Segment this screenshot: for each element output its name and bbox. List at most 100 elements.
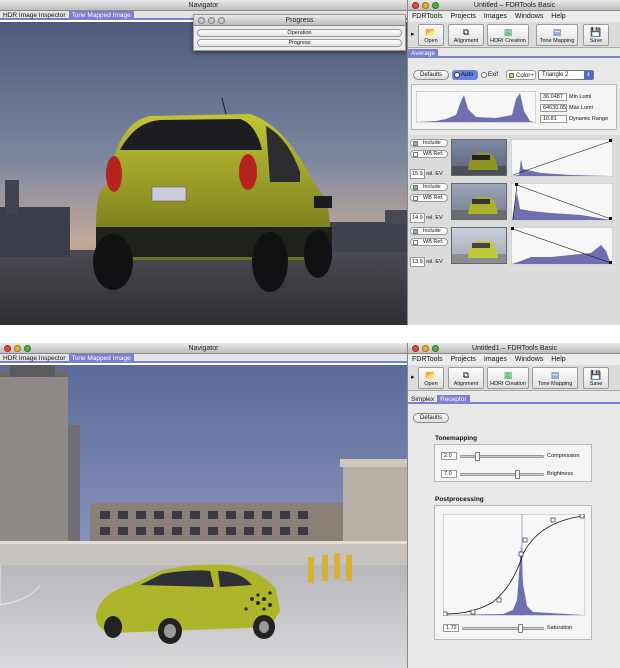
wb-ref-checkbox[interactable]: WB Ref. — [410, 150, 448, 158]
include-checkbox[interactable]: Include — [410, 183, 448, 191]
menu-fdrtools[interactable]: FDRTools — [412, 11, 443, 22]
tonemapping-heading: Tonemapping — [435, 435, 478, 442]
open-button[interactable]: 📂 Open — [418, 367, 444, 389]
tonemapping-box: 2.0 Compression 7.0 Brightness — [434, 444, 592, 482]
include-checkbox[interactable]: Include — [410, 139, 448, 147]
menu-images[interactable]: Images — [484, 354, 507, 365]
defaults-button[interactable]: Defaults — [413, 70, 449, 80]
hdri-icon: ▦ — [503, 27, 513, 37]
menu-projects[interactable]: Projects — [451, 354, 476, 365]
postprocessing-heading: Postprocessing — [435, 496, 484, 503]
menu-projects[interactable]: Projects — [451, 11, 476, 22]
exposure-thumbnail[interactable] — [451, 139, 507, 176]
bottom-fdr-zoom-icon[interactable] — [432, 345, 439, 352]
compression-knob[interactable] — [475, 452, 480, 461]
bottom-fdr-toolbar: ▸ 📂 Open ⧉ Alignment ▦ HDRI Creation ▤ T… — [408, 365, 620, 391]
tab-hdr-image-inspector[interactable]: HDR Image Inspector — [0, 354, 69, 362]
bottom-navigator-minimize-icon[interactable] — [14, 345, 21, 352]
alignment-button[interactable]: ⧉ Alignment — [448, 367, 484, 389]
bottom-fdr-subtabs: Simplex Receptor — [408, 395, 620, 404]
toolbar-arrow-icon: ▸ — [411, 374, 415, 381]
color-checkbox[interactable]: Color+ — [506, 70, 536, 80]
alignment-button[interactable]: ⧉ Alignment — [448, 24, 484, 46]
operation-bar: Operation — [197, 29, 402, 37]
menu-help[interactable]: Help — [551, 11, 565, 22]
bottom-fdr-title: Untitled1 – FDRTools Basic — [471, 345, 558, 352]
progress-close-icon[interactable] — [198, 17, 205, 24]
radio-exif[interactable]: Exif — [479, 70, 504, 80]
menu-windows[interactable]: Windows — [515, 354, 543, 365]
hdri-creation-button[interactable]: ▦ HDRI Creation — [487, 24, 529, 46]
wb-ref-checkbox[interactable]: WB Ref. — [410, 194, 448, 202]
tab-tone-mapped-image[interactable]: Tone Mapped Image — [68, 354, 134, 362]
saturation-knob[interactable] — [518, 624, 523, 633]
saturation-slider[interactable] — [462, 624, 544, 633]
folder-icon: 📂 — [425, 27, 437, 37]
save-button[interactable]: 💾 Save — [583, 24, 609, 46]
ev-value: 13.9 rel. EV — [410, 257, 443, 267]
exposure-curve[interactable] — [511, 227, 613, 265]
exposure-list: Include WB Ref. 15.9 rel. EV Include WB … — [408, 135, 620, 325]
exposure-curve[interactable] — [511, 183, 613, 221]
bottom-navigator-title: Navigator — [188, 345, 219, 352]
defaults-button[interactable]: Defaults — [413, 413, 449, 423]
color-checkbox-box — [509, 73, 514, 78]
curve-dropdown[interactable]: Triangle 2 ⇕ — [538, 70, 594, 80]
tone-curve[interactable] — [443, 514, 585, 616]
top-fdr-close-icon[interactable] — [412, 2, 419, 9]
bottom-navigator-close-icon[interactable] — [4, 345, 11, 352]
bottom-fdr-close-icon[interactable] — [412, 345, 419, 352]
bottom-fdr-window: Untitled1 – FDRTools Basic FDRTools Proj… — [407, 343, 620, 668]
top-fdr-menubar: FDRTools Projects Images Windows Help — [408, 11, 620, 22]
menu-windows[interactable]: Windows — [515, 11, 543, 22]
brightness-value[interactable]: 7.0 — [441, 470, 457, 478]
tone-mapping-icon: ▤ — [550, 370, 560, 380]
wb-ref-checkbox[interactable]: WB Ref. — [410, 238, 448, 246]
open-button[interactable]: 📂 Open — [418, 24, 444, 46]
bottom-navigator-titlebar: Navigator — [0, 343, 407, 354]
tone-mapping-button[interactable]: ▤ Tone Mapping — [536, 24, 578, 46]
exposure-thumbnail[interactable] — [451, 227, 507, 264]
bottom-navigator-zoom-icon[interactable] — [24, 345, 31, 352]
tone-mapping-button[interactable]: ▤ Tone Mapping — [532, 367, 578, 389]
exposure-thumbnail[interactable] — [451, 183, 507, 220]
menu-images[interactable]: Images — [484, 11, 507, 22]
menu-help[interactable]: Help — [551, 354, 565, 365]
save-icon: 💾 — [590, 27, 602, 37]
ev-value: 14.9 rel. EV — [410, 213, 443, 223]
bottom-fdr-menubar: FDRTools Projects Images Windows Help — [408, 354, 620, 365]
top-fdr-zoom-icon[interactable] — [432, 2, 439, 9]
menu-fdrtools[interactable]: FDRTools — [412, 354, 443, 365]
compression-label: Compression — [547, 453, 580, 459]
exposure-curve[interactable] — [511, 139, 613, 177]
hdri-creation-button[interactable]: ▦ HDRI Creation — [487, 367, 529, 389]
tab-average[interactable]: Average — [408, 49, 439, 57]
top-fdr-minimize-icon[interactable] — [422, 2, 429, 9]
compression-value[interactable]: 2.0 — [441, 452, 457, 460]
save-button[interactable]: 💾 Save — [583, 367, 609, 389]
postprocessing-box: 1.72 Saturation — [434, 505, 592, 640]
save-icon: 💾 — [590, 370, 602, 380]
saturation-label: Saturation — [547, 625, 573, 631]
tab-tone-mapped-image[interactable]: Tone Mapped Image — [68, 11, 134, 19]
tone-mapping-icon: ▤ — [552, 27, 562, 37]
progress-zoom-icon[interactable] — [218, 17, 225, 24]
tab-hdr-image-inspector[interactable]: HDR Image Inspector — [0, 11, 69, 19]
radio-exif-dot — [481, 72, 487, 78]
toolbar-arrow-icon: ▸ — [411, 31, 415, 38]
brightness-knob[interactable] — [515, 470, 520, 479]
include-checkbox[interactable]: Include — [410, 227, 448, 235]
dynamic-range-label: Dynamic Range — [569, 116, 609, 122]
bottom-fdr-minimize-icon[interactable] — [422, 345, 429, 352]
min-lumi-label: Min Lumi — [569, 94, 592, 100]
tab-receptor[interactable]: Receptor — [437, 395, 470, 403]
compression-slider[interactable] — [460, 452, 544, 461]
bottom-screenshot: Navigator HDR Image Inspector Tone Mappe… — [0, 343, 620, 668]
exposure-row: Include WB Ref. 13.9 rel. EV — [410, 225, 616, 267]
tab-simplex[interactable]: Simplex — [408, 395, 437, 403]
radio-auto[interactable]: Auto — [452, 70, 478, 80]
brightness-label: Brightness — [547, 471, 573, 477]
brightness-slider[interactable] — [460, 470, 544, 479]
saturation-value[interactable]: 1.72 — [443, 624, 459, 632]
progress-minimize-icon[interactable] — [208, 17, 215, 24]
